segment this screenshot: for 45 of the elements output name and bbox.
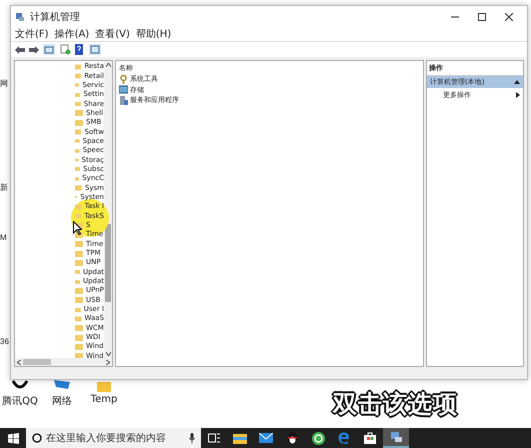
folder-icon: [233, 432, 247, 444]
services-icon: [119, 96, 128, 105]
scroll-left-icon[interactable]: [17, 360, 21, 364]
desktop-icon-label: 36: [0, 336, 9, 348]
scroll-up-icon[interactable]: [106, 63, 110, 67]
scroll-down-icon[interactable]: [106, 352, 110, 356]
scroll-thumb[interactable]: [105, 224, 111, 302]
collapse-arrow-icon[interactable]: [514, 80, 520, 84]
scroll-thumb[interactable]: [23, 359, 52, 365]
menu-item[interactable]: 查看(V): [95, 28, 130, 40]
microphone-icon[interactable]: [189, 433, 195, 443]
computer-management-icon: [15, 12, 25, 22]
help-icon[interactable]: [75, 44, 85, 55]
vertical-scrollbar[interactable]: [104, 61, 112, 358]
console-tree-icon[interactable]: [43, 44, 55, 55]
horizontal-scrollbar[interactable]: [15, 358, 112, 366]
windows-logo-icon: [8, 432, 18, 444]
subtitle-caption: 双击该选项: [333, 388, 458, 420]
window-title: 计算机管理: [30, 10, 80, 24]
browser-e-icon: [338, 432, 350, 444]
cortana-circle-icon: [32, 433, 42, 443]
desktop-icon-label: 网络: [52, 395, 72, 408]
export-list-icon[interactable]: [60, 44, 71, 55]
menu-item[interactable]: 帮助(H): [136, 28, 172, 40]
tools-icon: [119, 74, 128, 84]
menu-item[interactable]: 文件(F): [15, 28, 49, 40]
mouse-pointer-icon: [73, 221, 82, 235]
close-icon[interactable]: [505, 13, 513, 21]
desktop-icon-label: 腾讯QQ: [2, 394, 38, 408]
maximize-icon[interactable]: [478, 13, 486, 21]
shopping-bag-icon: [364, 432, 376, 444]
desktop-icon-label: 网: [0, 78, 8, 90]
desktop-icon-label: M: [0, 232, 7, 244]
desktop-icon-label: Temp: [90, 394, 118, 405]
desktop-icon-label: 新: [0, 182, 8, 194]
browser-e-icon: [312, 432, 324, 444]
task-view-icon: [208, 433, 220, 443]
submenu-arrow-icon: [516, 92, 520, 98]
menu-item[interactable]: 操作(A): [54, 28, 90, 40]
properties-pane-icon[interactable]: [89, 44, 101, 55]
back-arrow-icon[interactable]: [15, 46, 25, 54]
computer-management-icon: [390, 431, 402, 443]
mail-icon: [259, 433, 273, 443]
scroll-right-icon[interactable]: [106, 360, 110, 364]
forward-arrow-icon[interactable]: [29, 46, 39, 54]
